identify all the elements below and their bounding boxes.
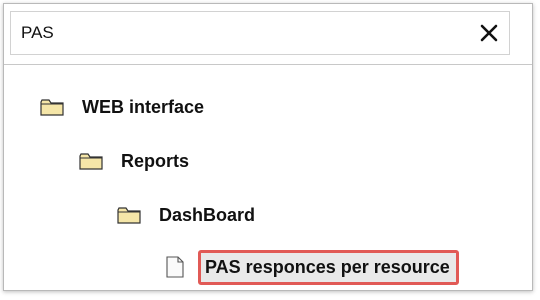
close-icon [480,24,498,42]
tree-node-label: WEB interface [82,96,205,117]
tree-node-dashboard[interactable]: DashBoard [117,199,255,231]
clear-search-button[interactable] [474,18,504,48]
tree-node-pas-responces[interactable]: PAS responces per resource [166,245,459,289]
search-tree-panel: WEB interface Reports DashBoard PAS resp… [3,3,533,291]
tree-node-label: DashBoard [159,204,256,225]
tree-node-web-interface[interactable]: WEB interface [40,91,204,123]
search-input[interactable] [10,11,510,55]
tree-node-label: Reports [121,150,190,171]
folder-icon [79,153,103,170]
folder-icon [117,207,141,224]
tree-node-label-highlighted: PAS responces per resource [198,249,459,285]
result-tree: WEB interface Reports DashBoard PAS resp… [4,65,532,290]
tree-node-reports[interactable]: Reports [79,145,189,177]
file-icon [166,256,184,278]
search-bar [4,4,532,65]
folder-icon [40,99,64,116]
